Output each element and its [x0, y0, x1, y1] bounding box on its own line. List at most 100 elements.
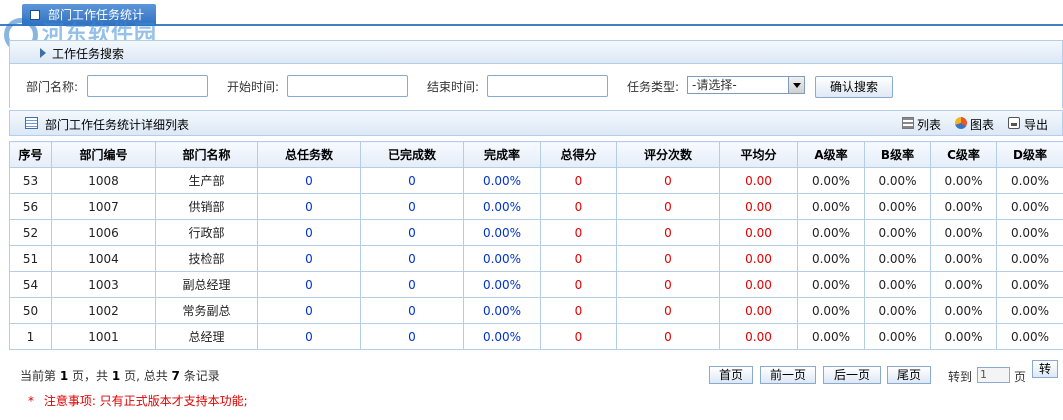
prev-page-button[interactable]: 前一页	[760, 366, 816, 384]
cell-b-rate: 0.00%	[864, 193, 931, 220]
col-header-completed[interactable]: 已完成数	[360, 141, 464, 168]
cell-seq: 50	[9, 297, 52, 324]
tab-dept-task-stats[interactable]: 部门工作任务统计	[22, 4, 157, 26]
cell-completion-rate: 0.00%	[463, 219, 541, 246]
cell-c-rate: 0.00%	[930, 297, 997, 324]
list-view-icon[interactable]	[902, 117, 914, 129]
cell-a-rate: 0.00%	[797, 167, 865, 194]
cell-b-rate: 0.00%	[864, 245, 931, 272]
cell-completion-rate: 0.00%	[463, 297, 541, 324]
cell-rating-count: 0	[616, 271, 720, 298]
col-header-b-rate[interactable]: B级率	[864, 141, 931, 168]
cell-a-rate: 0.00%	[797, 219, 865, 246]
end-time-label: 结束时间:	[427, 80, 480, 94]
cell-seq: 56	[9, 193, 52, 220]
pager-records-suffix: 条记录	[183, 369, 220, 383]
cell-completion-rate: 0.00%	[463, 245, 541, 272]
pager-unit2: 页, 总共	[124, 369, 168, 383]
cell-completion-rate: 0.00%	[463, 271, 541, 298]
pager-info: 当前第 1 页，共 1 页, 总共 7 条记录	[20, 367, 220, 384]
col-header-seq[interactable]: 序号	[9, 141, 52, 168]
stats-table: 序号 部门编号 部门名称 总任务数 已完成数 完成率 总得分 评分次数 平均分 …	[9, 141, 1063, 350]
table-row[interactable]: 1 1001 总经理 0 0 0.00% 0 0 0.00 0.00% 0.00…	[9, 323, 1063, 350]
table-row[interactable]: 54 1003 副总经理 0 0 0.00% 0 0 0.00 0.00% 0.…	[9, 271, 1063, 298]
start-time-input[interactable]	[287, 75, 408, 97]
last-page-button[interactable]: 尾页	[887, 366, 931, 384]
col-header-c-rate[interactable]: C级率	[930, 141, 997, 168]
list-panel-header: 部门工作任务统计详细列表 列表 图表 导出	[9, 110, 1063, 136]
col-header-total-score[interactable]: 总得分	[540, 141, 617, 168]
cell-dept-code: 1008	[51, 167, 156, 194]
cell-a-rate: 0.00%	[797, 323, 865, 350]
notice: * 注意事项: 只有正式版本才支持本功能;	[28, 392, 248, 409]
cell-total-tasks: 0	[257, 323, 361, 350]
table-row[interactable]: 56 1007 供销部 0 0 0.00% 0 0 0.00 0.00% 0.0…	[9, 193, 1063, 220]
cell-avg-score: 0.00	[719, 167, 798, 194]
col-header-completion-rate[interactable]: 完成率	[463, 141, 541, 168]
cell-c-rate: 0.00%	[930, 167, 997, 194]
end-time-input[interactable]	[487, 75, 608, 97]
go-button[interactable]: 转	[1032, 360, 1058, 378]
cell-completed: 0	[360, 323, 464, 350]
table-row[interactable]: 53 1008 生产部 0 0 0.00% 0 0 0.00 0.00% 0.0…	[9, 167, 1063, 194]
col-header-d-rate[interactable]: D级率	[996, 141, 1063, 168]
cell-rating-count: 0	[616, 193, 720, 220]
col-header-avg-score[interactable]: 平均分	[719, 141, 798, 168]
cell-d-rate: 0.00%	[996, 219, 1063, 246]
cell-rating-count: 0	[616, 297, 720, 324]
cell-total-score: 0	[540, 193, 617, 220]
table-row[interactable]: 52 1006 行政部 0 0 0.00% 0 0 0.00 0.00% 0.0…	[9, 219, 1063, 246]
cell-avg-score: 0.00	[719, 297, 798, 324]
chart-view-icon[interactable]	[955, 117, 967, 129]
task-type-select[interactable]: -请选择-	[687, 76, 805, 94]
col-header-a-rate[interactable]: A级率	[797, 141, 865, 168]
dept-name-label: 部门名称:	[26, 80, 79, 94]
cell-b-rate: 0.00%	[864, 271, 931, 298]
chevron-down-icon[interactable]	[788, 77, 804, 93]
start-time-label: 开始时间:	[227, 80, 280, 94]
table-row[interactable]: 50 1002 常务副总 0 0 0.00% 0 0 0.00 0.00% 0.…	[9, 297, 1063, 324]
cell-total-score: 0	[540, 219, 617, 246]
task-type-label: 任务类型:	[627, 80, 680, 94]
chart-view-button[interactable]: 图表	[970, 116, 994, 133]
cell-rating-count: 0	[616, 323, 720, 350]
cell-dept-name: 生产部	[155, 167, 258, 194]
cell-dept-name: 供销部	[155, 193, 258, 220]
cell-b-rate: 0.00%	[864, 167, 931, 194]
cell-avg-score: 0.00	[719, 219, 798, 246]
cell-dept-code: 1001	[51, 323, 156, 350]
cell-completed: 0	[360, 245, 464, 272]
col-header-total-tasks[interactable]: 总任务数	[257, 141, 361, 168]
search-panel-header: 工作任务搜索	[9, 40, 1063, 64]
table-header-row: 序号 部门编号 部门名称 总任务数 已完成数 完成率 总得分 评分次数 平均分 …	[9, 141, 1063, 168]
cell-seq: 1	[9, 323, 52, 350]
goto-page-input[interactable]: 1	[977, 367, 1010, 383]
col-header-rating-count[interactable]: 评分次数	[616, 141, 720, 168]
search-panel-title: 工作任务搜索	[52, 47, 125, 61]
cell-dept-name: 总经理	[155, 323, 258, 350]
cell-completed: 0	[360, 193, 464, 220]
col-header-dept-code[interactable]: 部门编号	[51, 141, 156, 168]
first-page-button[interactable]: 首页	[709, 366, 753, 384]
export-button[interactable]: 导出	[1024, 116, 1048, 133]
cell-completion-rate: 0.00%	[463, 193, 541, 220]
next-page-button[interactable]: 后一页	[823, 366, 881, 384]
cell-total-tasks: 0	[257, 167, 361, 194]
tab-label: 部门工作任务统计	[48, 8, 145, 22]
notice-star: *	[28, 394, 34, 408]
list-view-button[interactable]: 列表	[917, 116, 941, 133]
export-icon[interactable]	[1008, 117, 1020, 129]
dept-name-input[interactable]	[87, 75, 208, 97]
cell-total-score: 0	[540, 271, 617, 298]
cell-total-tasks: 0	[257, 219, 361, 246]
page-icon	[30, 10, 40, 20]
cell-rating-count: 0	[616, 167, 720, 194]
collapse-arrow-icon[interactable]	[40, 48, 46, 58]
goto-label: 转到	[948, 370, 973, 384]
table-row[interactable]: 51 1004 技检部 0 0 0.00% 0 0 0.00 0.00% 0.0…	[9, 245, 1063, 272]
cell-a-rate: 0.00%	[797, 297, 865, 324]
col-header-dept-name[interactable]: 部门名称	[155, 141, 258, 168]
cell-dept-name: 技检部	[155, 245, 258, 272]
notice-text: 注意事项: 只有正式版本才支持本功能;	[43, 394, 248, 408]
search-button[interactable]: 确认搜索	[815, 76, 893, 98]
